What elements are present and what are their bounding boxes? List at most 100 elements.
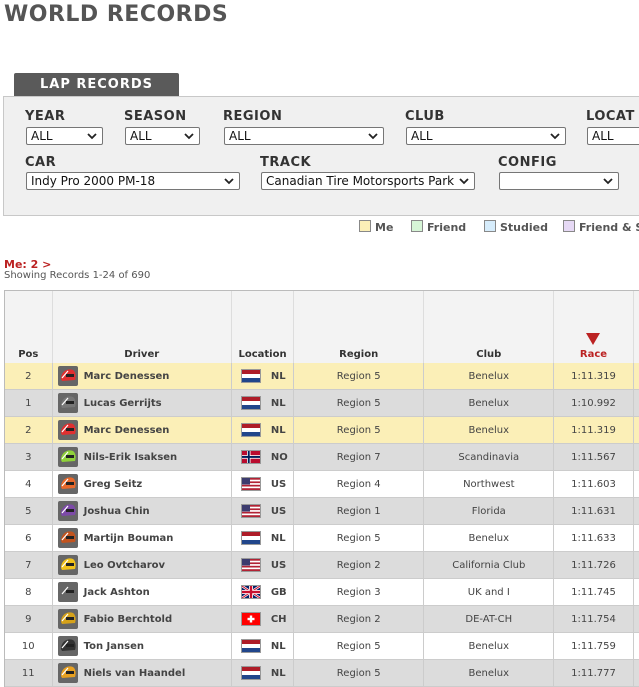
cell-location: US: [231, 551, 295, 579]
cell-club: DE-AT-CH: [423, 605, 555, 633]
page-title: WORLD RECORDS: [4, 2, 229, 27]
nl-flag-icon: [240, 423, 261, 437]
season-select[interactable]: ALL: [125, 127, 200, 145]
nl-flag-icon: [240, 666, 261, 680]
chevron-down-icon: [603, 178, 613, 185]
chevron-down-icon: [459, 178, 469, 185]
table-row[interactable]: 8 Jack Ashton GB Region 3 UK and I 1:11.745: [5, 578, 639, 606]
cell-extra: [633, 497, 639, 525]
cell-driver[interactable]: Marc Denessen: [52, 416, 232, 444]
col-location[interactable]: Location: [231, 291, 295, 363]
table-row[interactable]: 1 Lucas Gerrijts NL Region 5 Benelux 1:10.992: [5, 389, 639, 417]
cell-driver[interactable]: Fabio Berchtold: [52, 605, 232, 633]
legend-swatch: [359, 220, 371, 232]
us-flag-icon: [240, 504, 261, 518]
cell-region: Region 2: [293, 551, 425, 579]
country-code: GB: [270, 587, 287, 598]
cell-region: Region 3: [293, 578, 425, 606]
legend-swatch: [411, 220, 423, 232]
track-select[interactable]: Canadian Tire Motorsports Park: [261, 172, 475, 190]
year-select[interactable]: ALL: [26, 127, 103, 145]
table-row[interactable]: 4 Greg Seitz US Region 4 Northwest 1:11.603: [5, 470, 639, 498]
cell-extra: [633, 524, 639, 552]
driver-name[interactable]: Martijn Bouman: [84, 533, 174, 544]
gb-flag-icon: [240, 585, 261, 599]
cell-driver[interactable]: Martijn Bouman: [52, 524, 232, 552]
table-row[interactable]: 11 Niels van Haandel NL Region 5 Benelux 1:11…: [5, 659, 639, 687]
col-race[interactable]: Race: [553, 291, 634, 363]
cell-club: California Club: [423, 551, 555, 579]
cell-extra: [633, 389, 639, 417]
cell-race-time: 1:11.603: [553, 470, 634, 498]
cell-location: CH: [231, 605, 295, 633]
cell-extra: [633, 363, 639, 390]
cell-driver[interactable]: Niels van Haandel: [52, 659, 232, 687]
cell-driver[interactable]: Greg Seitz: [52, 470, 232, 498]
cell-pos: 5: [5, 497, 53, 525]
country-code: NL: [270, 425, 286, 436]
driver-name[interactable]: Jack Ashton: [84, 587, 150, 598]
car-select[interactable]: Indy Pro 2000 PM-18: [26, 172, 240, 190]
region-select[interactable]: ALL: [224, 127, 384, 145]
tab-lap-records[interactable]: LAP RECORDS: [14, 73, 179, 97]
table-row[interactable]: 10 Ton Jansen NL Region 5 Benelux 1:11.759: [5, 632, 639, 660]
driver-name[interactable]: Nils-Erik Isaksen: [84, 452, 178, 463]
helmet-icon: [57, 663, 78, 683]
nl-flag-icon: [240, 369, 261, 383]
cell-race-time: 1:11.319: [553, 416, 634, 444]
cell-club: Florida: [423, 497, 555, 525]
cell-region: Region 5: [293, 416, 425, 444]
col-pos[interactable]: Pos: [5, 291, 53, 363]
club-select[interactable]: ALL: [406, 127, 566, 145]
driver-name[interactable]: Greg Seitz: [84, 479, 143, 490]
cell-driver[interactable]: Leo Ovtcharov: [52, 551, 232, 579]
club-label: CLUB: [405, 109, 445, 124]
driver-name[interactable]: Leo Ovtcharov: [84, 560, 165, 571]
driver-name[interactable]: Ton Jansen: [84, 641, 144, 652]
table-row[interactable]: 9 Fabio Berchtold CH Region 2 DE-AT-CH 1:11.7…: [5, 605, 639, 633]
cell-driver[interactable]: Marc Denessen: [52, 363, 232, 390]
col-region[interactable]: Region: [293, 291, 425, 363]
us-flag-icon: [240, 477, 261, 491]
cell-location: GB: [231, 578, 295, 606]
cell-extra: [633, 416, 639, 444]
col-driver[interactable]: Driver: [52, 291, 232, 363]
region-label: REGION: [223, 109, 283, 124]
driver-name[interactable]: Lucas Gerrijts: [84, 398, 162, 409]
table-row[interactable]: 7 Leo Ovtcharov US Region 2 California Club 1…: [5, 551, 639, 579]
cell-extra: [633, 443, 639, 471]
driver-name[interactable]: Marc Denessen: [84, 371, 170, 382]
driver-name[interactable]: Joshua Chin: [84, 506, 150, 517]
cell-pos: 7: [5, 551, 53, 579]
config-select[interactable]: [499, 172, 619, 190]
cell-race-time: 1:11.759: [553, 632, 634, 660]
cell-race-time: 1:11.633: [553, 524, 634, 552]
table-row[interactable]: 6 Martijn Bouman NL Region 5 Benelux 1:11.633: [5, 524, 639, 552]
cell-driver[interactable]: Nils-Erik Isaksen: [52, 443, 232, 471]
driver-name[interactable]: Marc Denessen: [84, 425, 170, 436]
cell-driver[interactable]: Lucas Gerrijts: [52, 389, 232, 417]
cell-location: NL: [231, 659, 295, 687]
table-row[interactable]: 2 Marc Denessen NL Region 5 Benelux 1:11.319: [5, 416, 639, 444]
table-header-row: Pos Driver Location Region Club Race: [5, 291, 639, 363]
col-club[interactable]: Club: [423, 291, 555, 363]
cell-driver[interactable]: Ton Jansen: [52, 632, 232, 660]
location-select[interactable]: ALL: [587, 127, 639, 145]
helmet-icon: [57, 609, 78, 629]
cell-club: Benelux: [423, 659, 555, 687]
driver-name[interactable]: Niels van Haandel: [84, 668, 186, 679]
cell-race-time: 1:11.631: [553, 497, 634, 525]
country-code: NL: [270, 641, 286, 652]
cell-extra: [633, 578, 639, 606]
table-row[interactable]: 5 Joshua Chin US Region 1 Florida 1:11.631: [5, 497, 639, 525]
table-row[interactable]: 3 Nils-Erik Isaksen NO Region 7 Scandinavia 1…: [5, 443, 639, 471]
cell-region: Region 2: [293, 605, 425, 633]
cell-pos: 8: [5, 578, 53, 606]
table-row[interactable]: 2 Marc Denessen NL Region 5 Benelux 1:11.319: [5, 363, 639, 390]
showing-count: Showing Records 1-24 of 690: [4, 270, 151, 281]
country-code: US: [270, 479, 287, 490]
cell-location: NL: [231, 524, 295, 552]
cell-driver[interactable]: Joshua Chin: [52, 497, 232, 525]
cell-driver[interactable]: Jack Ashton: [52, 578, 232, 606]
driver-name[interactable]: Fabio Berchtold: [84, 614, 173, 625]
